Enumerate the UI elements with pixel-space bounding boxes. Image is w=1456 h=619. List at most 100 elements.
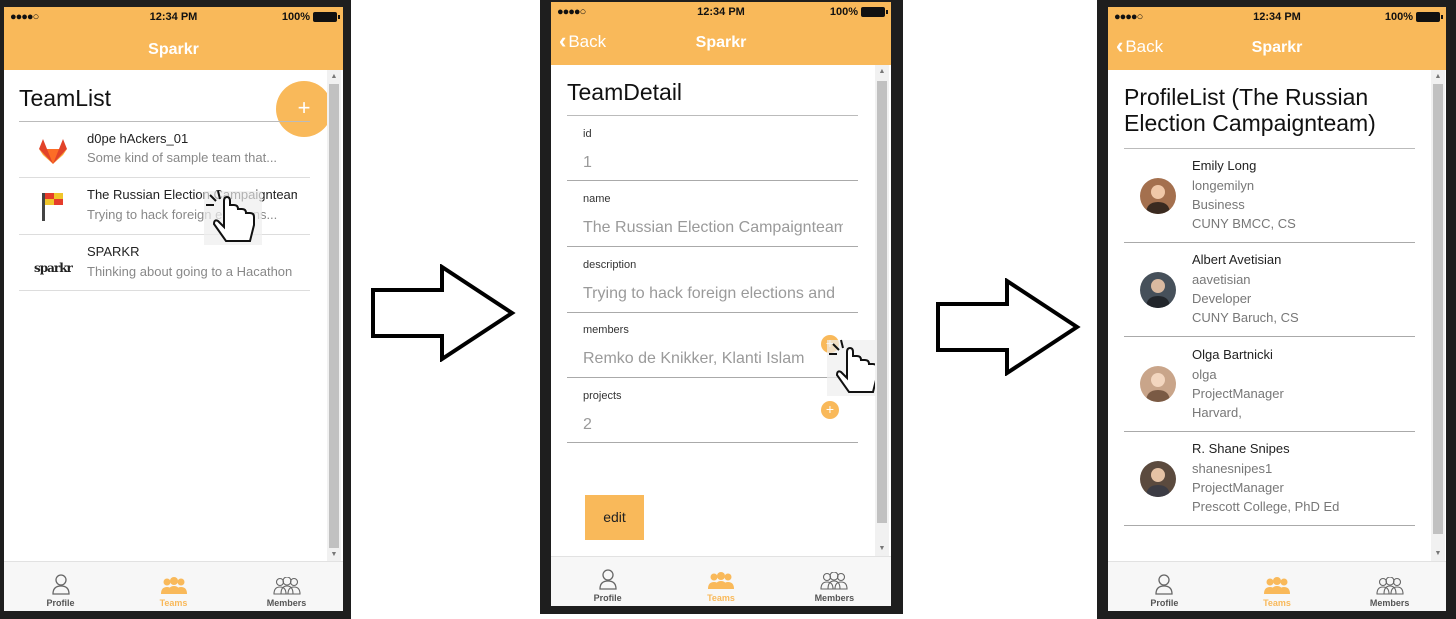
tab-teams[interactable]: Teams [1221,562,1334,611]
profile-username: longemilyn [1192,178,1255,193]
tab-teams[interactable]: Teams [664,557,777,606]
tab-members[interactable]: Members [230,562,343,611]
profile-school: CUNY Baruch, CS [1192,310,1299,325]
page-title: TeamDetail [567,79,683,105]
tap-hand-cursor-icon [204,190,262,245]
avatar-person-icon [1146,279,1170,308]
profile-username: shanesnipes1 [1192,461,1273,476]
row-divider [1124,336,1415,337]
scroll-up-arrow-icon[interactable]: ▲ [1431,72,1445,82]
add-project-button[interactable]: + [821,401,839,419]
title-divider [567,115,858,116]
status-bar: ●●●●○ 12:34 PM 100% [1108,7,1446,27]
tab-label: Profile [1150,598,1179,608]
profile-role: ProjectManager [1192,480,1284,495]
tab-profile[interactable]: Profile [551,557,664,606]
title-divider [1124,148,1415,149]
person-icon [599,569,617,590]
screen-profilelist: ●●●●○ 12:34 PM 100% ‹ Back Sparkr Profile… [1108,7,1446,611]
tab-bar: Profile Teams Members [1108,561,1446,611]
screen-teamlist: ●●●●○ 12:34 PM 100% Sparkr TeamList + d0… [4,7,343,611]
field-label-id: id [583,128,592,140]
profile-role: Developer [1192,291,1252,306]
scroll-down-arrow-icon[interactable]: ▼ [875,544,889,554]
battery-percent: 100% [281,11,310,23]
field-value-projects[interactable]: 2 [583,416,783,434]
tab-members[interactable]: Members [1333,562,1446,611]
row-divider [1124,525,1415,526]
field-value-id[interactable]: 1 [583,154,845,172]
profile-school: Prescott College, PhD Ed [1192,499,1340,514]
profile-school: Harvard, [1192,405,1242,420]
tab-bar: Profile Teams Members [551,556,891,606]
flag-icon [42,193,63,221]
avatar-person-icon [1146,373,1170,402]
person-icon [51,574,70,595]
scrollbar[interactable]: ▲ ▼ [1431,70,1445,561]
profile-name: Albert Avetisian [1192,252,1282,267]
row-divider [19,177,310,178]
profile-name: R. Shane Snipes [1192,441,1290,456]
scrollbar[interactable]: ▲ ▼ [875,65,889,556]
battery-indicator: 100% [830,6,888,18]
profile-name: Emily Long [1192,158,1257,173]
scroll-thumb[interactable] [877,81,887,523]
avatar [1140,461,1176,497]
tab-label: Teams [1263,598,1291,608]
phone-teamlist: ●●●●○ 12:34 PM 100% Sparkr TeamList + d0… [0,0,351,619]
scroll-thumb[interactable] [1433,84,1443,534]
field-value-name[interactable]: The Russian Election Campaignteam [583,219,843,237]
scroll-down-arrow-icon[interactable]: ▼ [1431,549,1445,559]
scroll-down-arrow-icon[interactable]: ▼ [327,550,341,560]
team-icon [160,577,187,594]
add-team-button[interactable]: + [276,81,332,137]
tab-bar: Profile Teams Members [4,561,343,611]
navbar: ●●●●○ 12:34 PM 100% ‹ Back Sparkr [1108,7,1446,70]
status-bar: ●●●●○ 12:34 PM 100% [551,2,891,22]
scrollbar[interactable]: ▲ ▼ [327,70,341,562]
tab-label: Profile [46,598,75,608]
members-icon [820,572,848,590]
field-divider [567,246,858,247]
page-title: TeamList [19,85,112,111]
tab-label: Members [266,598,307,608]
battery-indicator: 100% [1385,11,1443,23]
gitlab-fox-icon [39,139,67,164]
tab-profile[interactable]: Profile [1108,562,1221,611]
battery-icon [1416,12,1443,22]
scroll-up-arrow-icon[interactable]: ▲ [875,67,889,77]
tab-label: Members [1369,598,1410,608]
scroll-up-arrow-icon[interactable]: ▲ [327,72,341,82]
field-value-members[interactable]: Remko de Knikker, Klanti Islam [583,350,805,368]
nav-title: Sparkr [148,41,199,58]
battery-icon [861,7,888,17]
flow-arrow-icon [936,278,1081,376]
tab-members[interactable]: Members [778,557,891,606]
field-divider [567,377,858,378]
nav-title: Sparkr [695,34,747,51]
avatar [1140,178,1176,214]
row-divider [19,290,310,291]
tab-label: Members [814,593,855,603]
person-icon [1155,574,1173,595]
sparkr-logo-icon: sparkr [34,261,73,275]
scroll-thumb[interactable] [329,84,339,548]
page-title: ProfileList (The Russian Election Campai… [1124,84,1376,137]
team-name: The Russian Election Campaignteam [87,187,297,202]
tab-label: Profile [593,593,622,603]
tab-teams[interactable]: Teams [117,562,230,611]
profile-role: Business [1192,197,1245,212]
avatar-person-icon [1146,185,1170,214]
team-icon [1264,577,1290,594]
tab-label: Teams [707,593,735,603]
profile-username: olga [1192,367,1217,382]
profile-school: CUNY BMCC, CS [1192,216,1296,231]
field-divider [567,442,858,443]
edit-button[interactable]: edit [585,495,644,540]
field-divider [567,312,858,313]
field-value-description[interactable]: Trying to hack foreign elections and [583,285,843,303]
row-divider [19,234,310,235]
battery-icon [313,12,340,22]
tab-label: Teams [159,598,188,608]
tab-profile[interactable]: Profile [4,562,117,611]
